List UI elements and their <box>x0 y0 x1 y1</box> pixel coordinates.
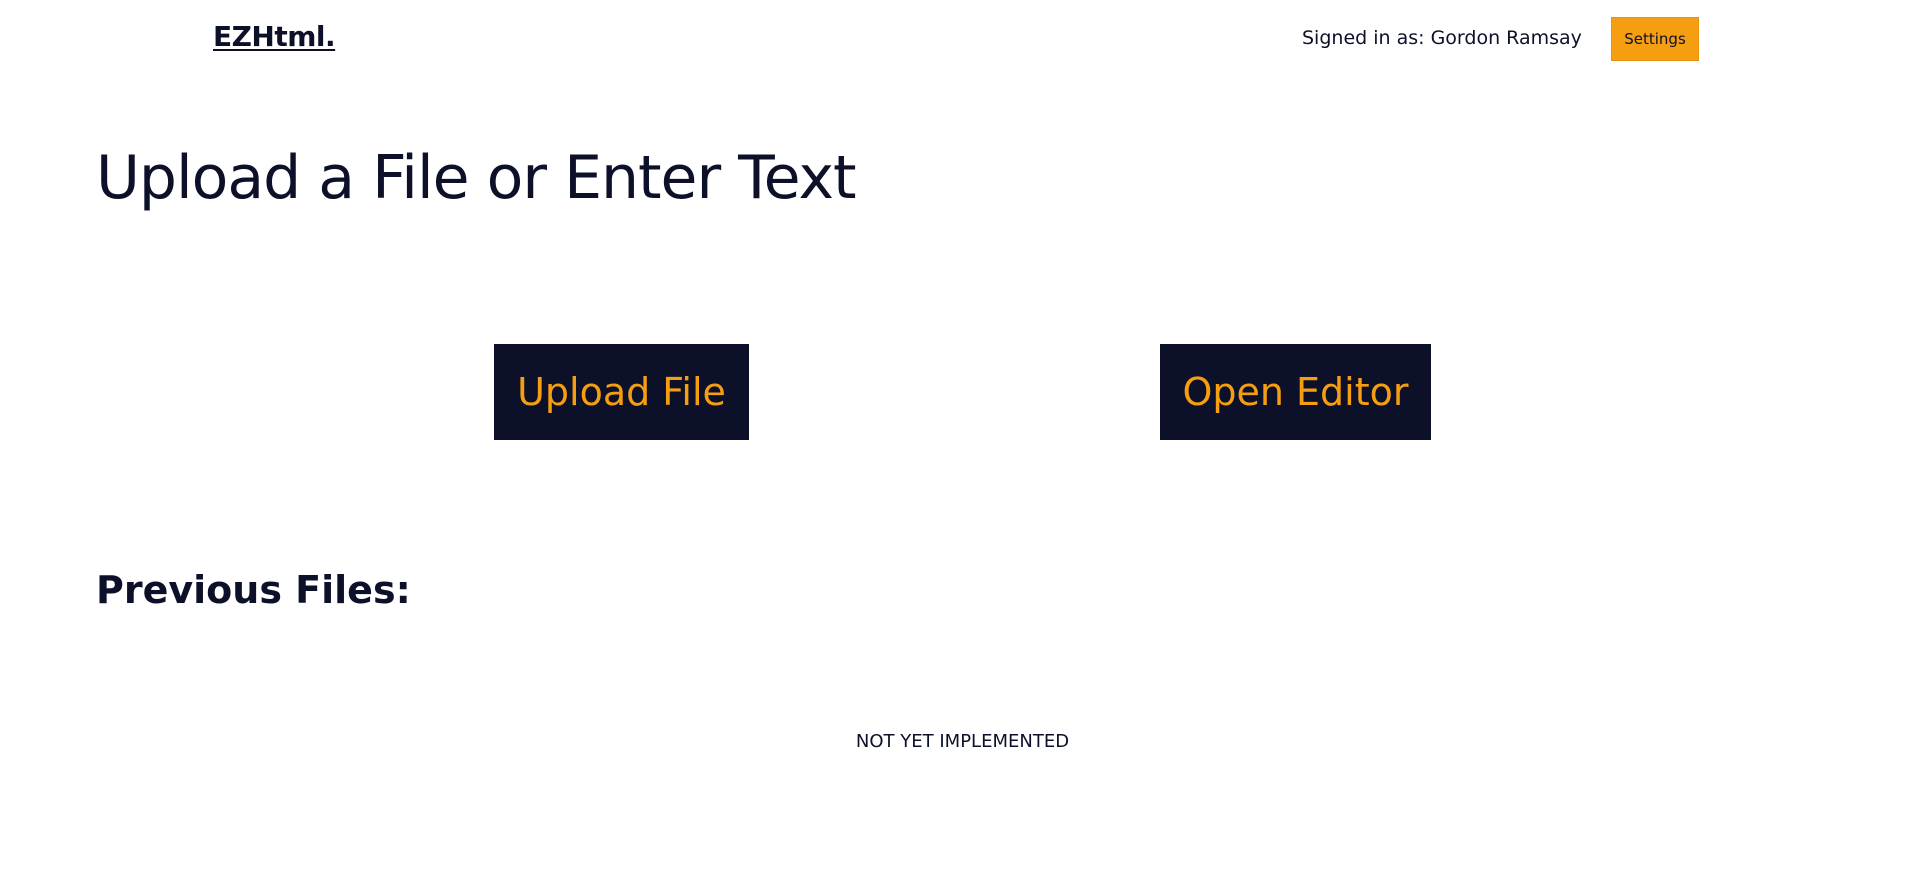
previous-files-heading: Previous Files: <box>96 568 411 612</box>
logo-link[interactable]: EZHtml. <box>213 20 336 53</box>
settings-button[interactable]: Settings <box>1611 17 1699 61</box>
signed-in-status: Signed in as: Gordon Ramsay <box>1302 27 1582 49</box>
upload-file-button[interactable]: Upload File <box>494 344 749 440</box>
previous-files-placeholder: NOT YET IMPLEMENTED <box>855 731 1070 752</box>
open-editor-button[interactable]: Open Editor <box>1160 344 1431 440</box>
page-title: Upload a File or Enter Text <box>96 143 857 213</box>
